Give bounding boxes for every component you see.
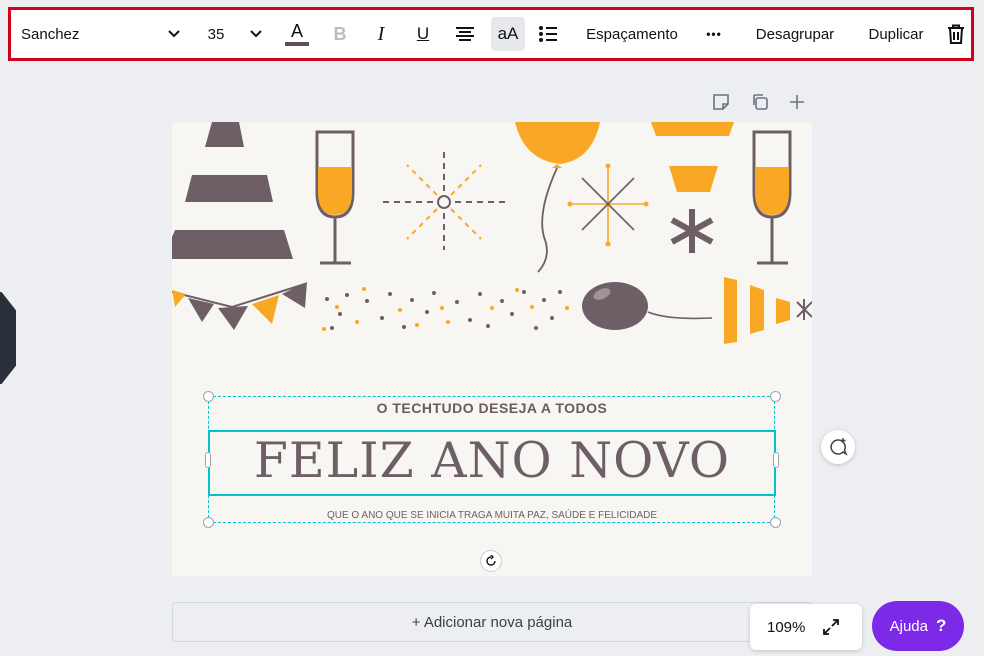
text-color-button[interactable]: A	[282, 10, 312, 58]
help-icon: ?	[935, 616, 947, 635]
italic-button[interactable]: I	[366, 10, 396, 58]
text-color-glyph: A	[290, 21, 303, 41]
font-family-select[interactable]: Sanchez	[21, 10, 181, 58]
design-canvas[interactable]: O TECHTUDO DESEJA A TODOS FELIZ ANO NOVO…	[172, 122, 812, 576]
letter-case-glyph: aA	[497, 24, 519, 43]
text-color-bar	[285, 42, 309, 46]
letter-case-button[interactable]: aA	[491, 17, 525, 51]
resize-handle-left[interactable]	[205, 452, 211, 468]
zoom-control[interactable]: 109%	[750, 604, 862, 650]
font-family-value: Sanchez	[21, 25, 80, 43]
comment-add-icon[interactable]	[821, 430, 855, 464]
side-panel-tab[interactable]	[0, 292, 16, 384]
add-page-button[interactable]: + Adicionar nova página	[172, 602, 812, 642]
help-button[interactable]: Ajuda ?	[872, 601, 964, 651]
note-icon[interactable]	[712, 90, 730, 114]
text-toolbar: Sanchez 35 A B I U aA Espaçamento ••• De…	[8, 7, 974, 61]
duplicate-button[interactable]: Duplicar	[856, 10, 936, 58]
more-glyph: •••	[706, 27, 722, 41]
subtitle-text[interactable]: O TECHTUDO DESEJA A TODOS	[172, 400, 812, 416]
spacing-label: Espaçamento	[586, 25, 678, 43]
ungroup-button[interactable]: Desagrupar	[747, 10, 843, 58]
chevron-down-icon[interactable]	[245, 10, 267, 58]
help-label: Ajuda	[889, 617, 928, 635]
list-icon[interactable]	[533, 10, 563, 58]
spacing-button[interactable]: Espaçamento	[581, 10, 683, 58]
align-center-icon[interactable]	[450, 10, 480, 58]
resize-handle-bottom-left[interactable]	[203, 517, 214, 528]
underline-button[interactable]: U	[408, 10, 438, 58]
resize-handle-top-right[interactable]	[770, 391, 781, 402]
copy-icon[interactable]	[751, 90, 769, 114]
duplicate-label: Duplicar	[868, 25, 924, 43]
headline-text[interactable]: FELIZ ANO NOVO	[172, 428, 812, 494]
resize-handle-bottom-right[interactable]	[770, 517, 781, 528]
font-size-value: 35	[207, 25, 225, 43]
bold-glyph: B	[333, 23, 347, 44]
trash-icon[interactable]	[941, 10, 971, 58]
add-page-label: + Adicionar nova página	[411, 613, 573, 631]
resize-handle-right[interactable]	[773, 452, 779, 468]
italic-glyph: I	[377, 22, 385, 45]
resize-handle-top-left[interactable]	[203, 391, 214, 402]
rotate-icon[interactable]	[480, 550, 502, 572]
chevron-down-icon[interactable]	[163, 10, 185, 58]
underline-glyph: U	[416, 24, 430, 43]
font-size-input[interactable]: 35	[201, 10, 231, 58]
tagline-text[interactable]: QUE O ANO QUE SE INICIA TRAGA MUITA PAZ,…	[172, 510, 812, 521]
zoom-level[interactable]: 109%	[767, 619, 805, 636]
ungroup-label: Desagrupar	[755, 25, 835, 43]
more-options-button[interactable]: •••	[699, 10, 729, 58]
bold-button[interactable]: B	[325, 10, 355, 58]
plus-icon[interactable]	[789, 90, 805, 114]
expand-icon[interactable]	[822, 618, 840, 636]
